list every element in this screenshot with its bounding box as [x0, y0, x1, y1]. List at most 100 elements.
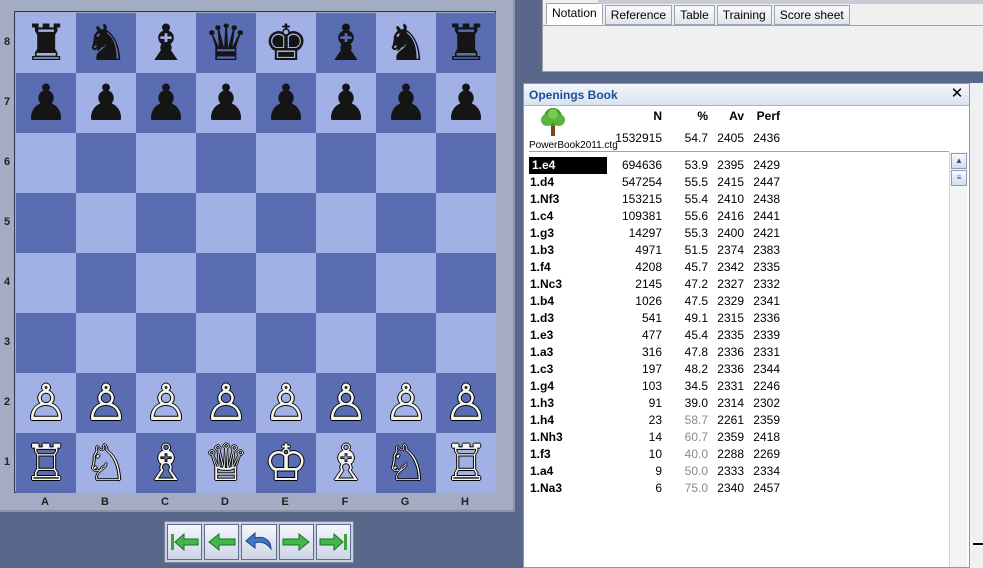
square-f3[interactable] [316, 313, 376, 373]
square-a2[interactable]: ♙ [16, 373, 76, 433]
book-move-row[interactable]: 1.d4 547254 55.5 2415 2447 [524, 174, 949, 191]
square-g6[interactable] [376, 133, 436, 193]
square-e4[interactable] [256, 253, 316, 313]
chess-piece[interactable]: ♞ [84, 13, 129, 73]
square-b5[interactable] [76, 193, 136, 253]
chess-piece[interactable]: ♖ [444, 433, 489, 493]
column-header-percent[interactable]: % [666, 109, 708, 123]
tab-training[interactable]: Training [716, 5, 772, 25]
book-move-row[interactable]: 1.Nh3 14 60.7 2359 2418 [524, 429, 949, 446]
square-h5[interactable] [436, 193, 496, 253]
square-f8[interactable]: ♝ [316, 13, 376, 73]
tab-table[interactable]: Table [674, 5, 715, 25]
chess-piece[interactable]: ♔ [264, 433, 309, 493]
square-a7[interactable]: ♟ [16, 73, 76, 133]
book-move-row[interactable]: 1.a3 316 47.8 2336 2331 [524, 344, 949, 361]
chess-board[interactable]: ♜ ♞ ♝ ♛ ♚ ♝ ♞ ♜ ♟ ♟ ♟ ♟ ♟ ♟ ♟ ♟ ♙ ♙ ♙ ♙ ♙ ♙ ♙ ♙ ♖ ♘ ♗ ♕ ♔ ♗ ♘ ♖ [16, 13, 496, 493]
square-b2[interactable]: ♙ [76, 373, 136, 433]
square-a3[interactable] [16, 313, 76, 373]
square-g2[interactable]: ♙ [376, 373, 436, 433]
chess-piece[interactable]: ♞ [384, 13, 429, 73]
book-move-row[interactable]: 1.c3 197 48.2 2336 2344 [524, 361, 949, 378]
square-a1[interactable]: ♖ [16, 433, 76, 493]
vertical-scrollbar[interactable]: ▲ ≡ [949, 152, 967, 567]
square-b4[interactable] [76, 253, 136, 313]
book-move-row[interactable]: 1.f3 10 40.0 2288 2269 [524, 446, 949, 463]
square-c7[interactable]: ♟ [136, 73, 196, 133]
square-d2[interactable]: ♙ [196, 373, 256, 433]
chess-piece[interactable]: ♗ [144, 433, 189, 493]
square-g5[interactable] [376, 193, 436, 253]
square-e2[interactable]: ♙ [256, 373, 316, 433]
chess-piece[interactable]: ♘ [384, 433, 429, 493]
chess-piece[interactable]: ♗ [324, 433, 369, 493]
square-c5[interactable] [136, 193, 196, 253]
chess-piece[interactable]: ♙ [204, 373, 249, 433]
square-a6[interactable] [16, 133, 76, 193]
square-g1[interactable]: ♘ [376, 433, 436, 493]
square-c1[interactable]: ♗ [136, 433, 196, 493]
book-move-row[interactable]: 1.Nf3 153215 55.4 2410 2438 [524, 191, 949, 208]
chess-piece[interactable]: ♕ [204, 433, 249, 493]
chess-piece[interactable]: ♙ [84, 373, 129, 433]
chess-piece[interactable]: ♟ [324, 73, 369, 133]
square-b8[interactable]: ♞ [76, 13, 136, 73]
square-h4[interactable] [436, 253, 496, 313]
chess-piece[interactable]: ♝ [324, 13, 369, 73]
chess-piece[interactable]: ♟ [444, 73, 489, 133]
square-h3[interactable] [436, 313, 496, 373]
book-move-row[interactable]: 1.c4 109381 55.6 2416 2441 [524, 208, 949, 225]
chess-piece[interactable]: ♙ [24, 373, 69, 433]
square-c8[interactable]: ♝ [136, 13, 196, 73]
square-f2[interactable]: ♙ [316, 373, 376, 433]
square-d8[interactable]: ♛ [196, 13, 256, 73]
square-h1[interactable]: ♖ [436, 433, 496, 493]
book-move-row[interactable]: 1.d3 541 49.1 2315 2336 [524, 310, 949, 327]
square-f7[interactable]: ♟ [316, 73, 376, 133]
square-d1[interactable]: ♕ [196, 433, 256, 493]
square-e5[interactable] [256, 193, 316, 253]
square-e7[interactable]: ♟ [256, 73, 316, 133]
square-h6[interactable] [436, 133, 496, 193]
book-move-row[interactable]: 1.Na3 6 75.0 2340 2457 [524, 480, 949, 497]
square-a4[interactable] [16, 253, 76, 313]
previous-move-button[interactable] [204, 524, 240, 560]
square-c4[interactable] [136, 253, 196, 313]
tab-reference[interactable]: Reference [604, 5, 673, 25]
square-c6[interactable] [136, 133, 196, 193]
square-g7[interactable]: ♟ [376, 73, 436, 133]
square-e1[interactable]: ♔ [256, 433, 316, 493]
chess-piece[interactable]: ♟ [24, 73, 69, 133]
book-move-row[interactable]: 1.h3 91 39.0 2314 2302 [524, 395, 949, 412]
close-icon[interactable]: ✕ [949, 86, 965, 102]
square-b1[interactable]: ♘ [76, 433, 136, 493]
chess-piece[interactable]: ♜ [444, 13, 489, 73]
scroll-thumb[interactable]: ≡ [951, 170, 967, 186]
square-b6[interactable] [76, 133, 136, 193]
notation-content[interactable] [543, 25, 983, 72]
chess-piece[interactable]: ♙ [384, 373, 429, 433]
square-d7[interactable]: ♟ [196, 73, 256, 133]
square-f1[interactable]: ♗ [316, 433, 376, 493]
chess-piece[interactable]: ♖ [24, 433, 69, 493]
square-f6[interactable] [316, 133, 376, 193]
column-header-n[interactable]: N [602, 109, 662, 123]
square-h2[interactable]: ♙ [436, 373, 496, 433]
book-move-row[interactable]: 1.g3 14297 55.3 2400 2421 [524, 225, 949, 242]
column-header-av[interactable]: Av [710, 109, 744, 123]
square-g4[interactable] [376, 253, 436, 313]
tab-score-sheet[interactable]: Score sheet [773, 5, 850, 25]
square-a5[interactable] [16, 193, 76, 253]
chess-piece[interactable]: ♜ [24, 13, 69, 73]
book-move-row[interactable]: 1.Nc3 2145 47.2 2327 2332 [524, 276, 949, 293]
first-move-button[interactable] [167, 524, 203, 560]
square-d5[interactable] [196, 193, 256, 253]
square-e3[interactable] [256, 313, 316, 373]
chess-piece[interactable]: ♟ [204, 73, 249, 133]
square-e8[interactable]: ♚ [256, 13, 316, 73]
square-h8[interactable]: ♜ [436, 13, 496, 73]
square-d3[interactable] [196, 313, 256, 373]
square-g3[interactable] [376, 313, 436, 373]
square-d4[interactable] [196, 253, 256, 313]
square-h7[interactable]: ♟ [436, 73, 496, 133]
